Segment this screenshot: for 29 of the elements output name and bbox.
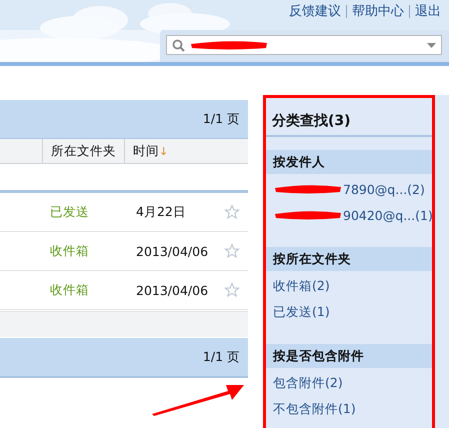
section-header: 按所在文件夹 [266,247,432,271]
header-link[interactable]: 帮助中心 [352,2,404,20]
time-cell-text: 4月22日 [136,204,187,220]
star-icon[interactable] [224,282,240,298]
star-icon[interactable] [224,243,240,259]
filter-link[interactable]: 收件箱(2) [273,278,330,294]
search-field[interactable] [166,35,442,55]
filter-link[interactable]: 不包含附件(1) [273,400,356,418]
time-cell-text: 2013/04/06 [136,244,210,258]
panel-title: 分类查找(3) [266,112,432,137]
folder-cell-text: 已发送 [50,204,90,220]
header-link[interactable]: 反馈建议 [289,2,341,20]
dropdown-caret-icon[interactable] [427,42,436,48]
header-link[interactable]: 退出 [415,2,441,20]
filter-link[interactable]: 已发送(1) [273,304,330,320]
column-header[interactable]: 时间↓ [124,139,248,163]
filter-link[interactable]: 7890@q...(2) [343,182,425,196]
time-cell-text: 2013/04/06 [136,282,210,298]
star-icon[interactable] [224,204,240,220]
search-icon [172,38,185,52]
page-indicator: 1/1 页 [202,348,240,366]
column-header[interactable]: 所在文件夹 [42,139,124,163]
section-header: 按是否包含附件 [266,344,432,368]
folder-cell-text: 收件箱 [50,242,90,260]
section-header: 按发件人 [266,150,432,174]
filter-link[interactable]: 包含附件(2) [273,374,343,392]
folder-cell-text: 收件箱 [50,282,90,298]
filter-link[interactable]: 90420@q...(1) [343,208,433,222]
page-indicator: 1/1 页 [202,110,240,128]
